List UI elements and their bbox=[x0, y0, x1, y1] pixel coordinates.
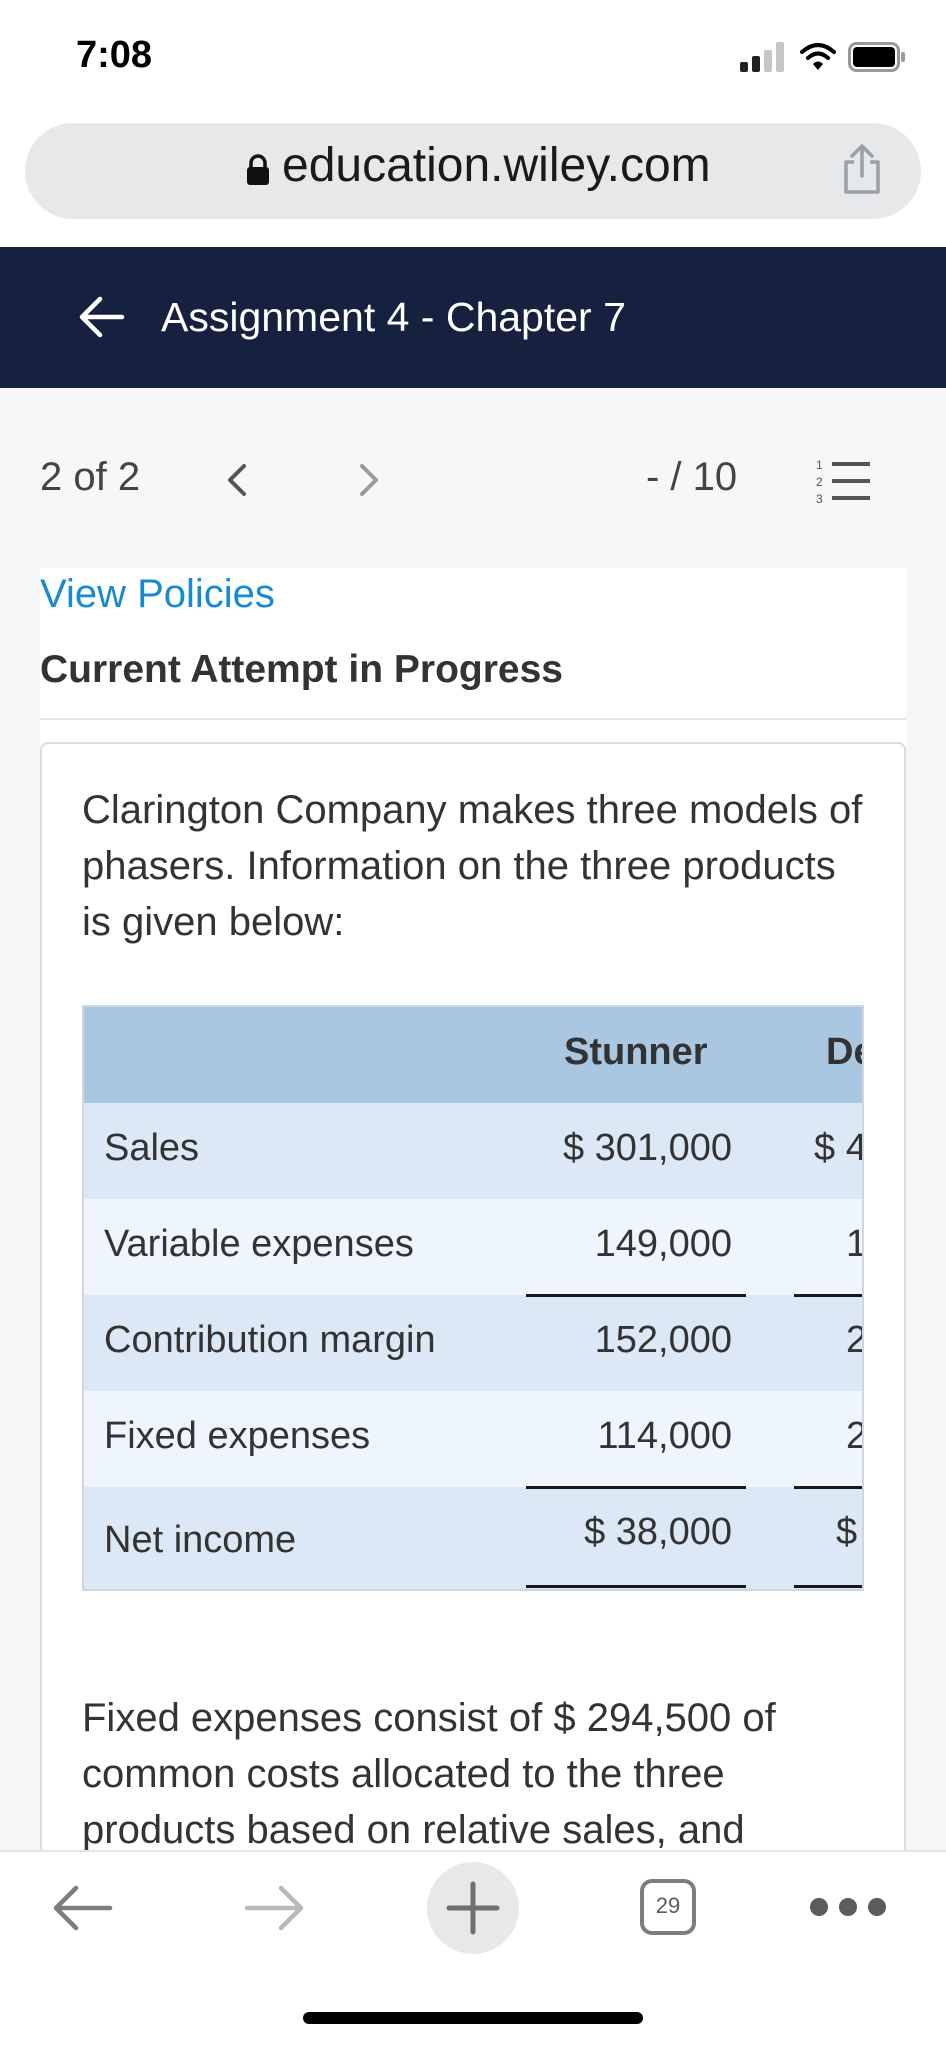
partial-value: $ 4 bbox=[814, 1127, 864, 1169]
plus-icon bbox=[446, 1881, 500, 1935]
divider bbox=[40, 718, 906, 720]
data-table: Stunner De Sales $ 301,000 $ 4 Variable … bbox=[82, 1005, 864, 1591]
status-time: 7:08 bbox=[76, 34, 153, 76]
question-text: Clarington Company makes three models of… bbox=[82, 788, 863, 944]
table-header-row: Stunner De bbox=[84, 1007, 862, 1103]
stunner-value: 149,000 bbox=[594, 1223, 732, 1265]
url-text[interactable]: education.wiley.com bbox=[282, 138, 711, 193]
page-count: 2 of 2 bbox=[40, 455, 141, 499]
back-arrow-icon[interactable] bbox=[78, 295, 126, 339]
view-policies-link[interactable]: View Policies bbox=[40, 572, 275, 617]
question-text-continued: Fixed expenses consist of $ 294,500 of c… bbox=[82, 1696, 776, 1852]
tabs-count[interactable]: 29 bbox=[640, 1893, 696, 1919]
table-row: Variable expenses 149,000 1 bbox=[84, 1199, 862, 1295]
stunner-value: 152,000 bbox=[594, 1319, 732, 1361]
signal-icon bbox=[740, 42, 786, 72]
table-row: Sales $ 301,000 $ 4 bbox=[84, 1103, 864, 1199]
chevron-left-icon[interactable] bbox=[222, 460, 252, 500]
partial-value: 2 bbox=[846, 1319, 862, 1362]
underline-rule bbox=[526, 1294, 746, 1297]
row-label: Net income bbox=[104, 1519, 297, 1561]
underline-rule bbox=[794, 1486, 862, 1489]
partial-value: 2 bbox=[846, 1415, 862, 1458]
column-header-partial: De bbox=[826, 1031, 862, 1073]
table-row: Net income $ 38,000 $ bbox=[84, 1487, 862, 1589]
column-header-stunner: Stunner bbox=[564, 1031, 708, 1073]
more-icon[interactable] bbox=[810, 1898, 886, 1918]
underline-rule bbox=[526, 1486, 746, 1489]
svg-text:3: 3 bbox=[816, 492, 823, 506]
forward-arrow-icon[interactable] bbox=[243, 1883, 307, 1933]
stunner-value: 114,000 bbox=[597, 1415, 732, 1457]
chevron-right-icon[interactable] bbox=[354, 460, 384, 500]
battery-icon bbox=[848, 42, 905, 72]
partial-value: $ bbox=[836, 1511, 858, 1553]
back-arrow-icon[interactable] bbox=[50, 1883, 114, 1933]
row-label: Contribution margin bbox=[104, 1319, 436, 1361]
stunner-value: $ 38,000 bbox=[584, 1511, 732, 1553]
table-row: Contribution margin 152,000 2 bbox=[84, 1295, 862, 1391]
row-label: Sales bbox=[104, 1127, 200, 1169]
lock-icon bbox=[247, 154, 269, 185]
home-indicator bbox=[303, 2012, 643, 2024]
wifi-icon bbox=[800, 43, 836, 70]
underline-rule bbox=[794, 1294, 862, 1297]
row-label: Variable expenses bbox=[104, 1223, 414, 1265]
row-label: Fixed expenses bbox=[104, 1415, 371, 1457]
partial-value: 1 bbox=[846, 1223, 862, 1266]
share-icon[interactable] bbox=[840, 142, 884, 196]
svg-text:1: 1 bbox=[816, 458, 823, 472]
numbered-list-icon[interactable]: 1 2 3 bbox=[816, 456, 872, 506]
double-underline-rule bbox=[526, 1585, 746, 1588]
svg-text:2: 2 bbox=[816, 475, 823, 489]
assignment-title: Assignment 4 - Chapter 7 bbox=[161, 294, 626, 340]
score: - / 10 bbox=[646, 455, 738, 499]
table-row: Fixed expenses 114,000 2 bbox=[84, 1391, 862, 1487]
attempt-title: Current Attempt in Progress bbox=[40, 648, 563, 691]
stunner-value: $ 301,000 bbox=[562, 1127, 732, 1169]
new-tab-button[interactable] bbox=[427, 1862, 519, 1954]
double-underline-rule bbox=[794, 1585, 862, 1588]
